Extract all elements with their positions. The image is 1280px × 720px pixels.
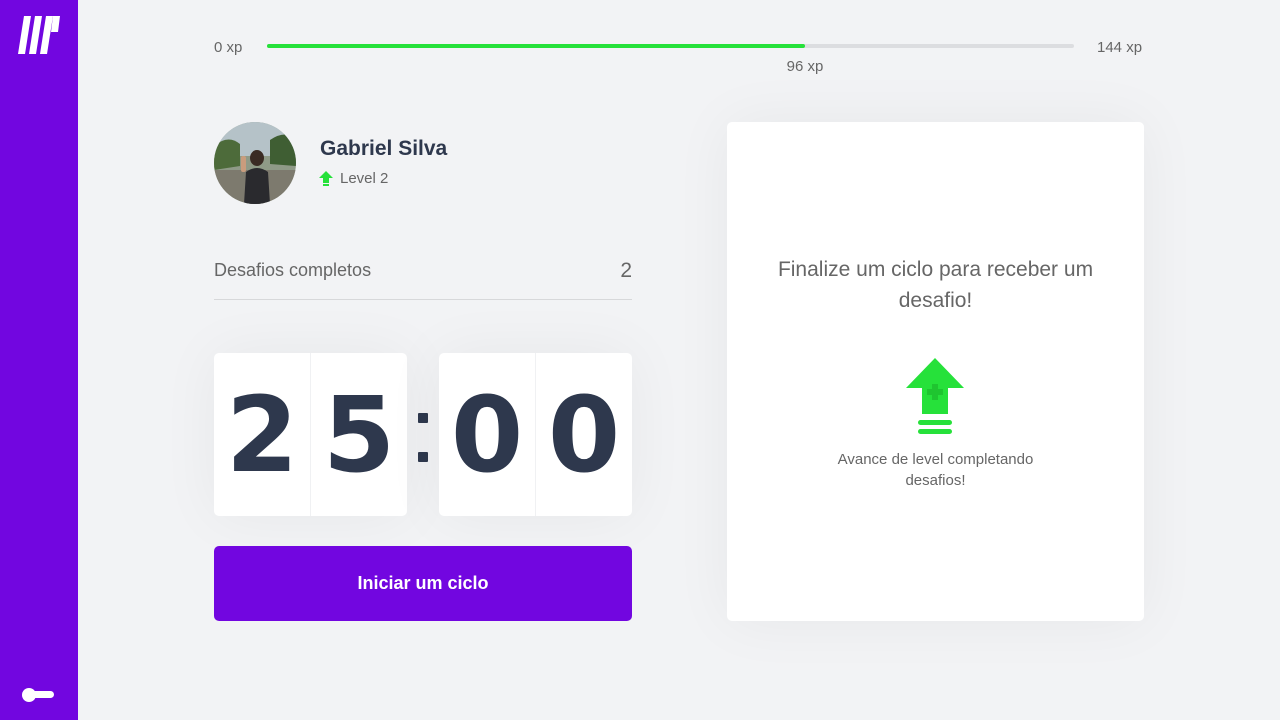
divider <box>214 299 632 300</box>
profile-name: Gabriel Silva <box>320 137 448 160</box>
countdown-seconds: 0 0 <box>439 353 632 516</box>
challenge-box-title: Finalize um ciclo para receber um desafi… <box>777 258 1094 312</box>
challenge-box: Finalize um ciclo para receber um desafi… <box>727 122 1144 621</box>
countdown-minutes: 2 5 <box>214 353 407 516</box>
xp-current-label: 96 xp <box>786 58 824 75</box>
level-label: Level 2 <box>340 170 389 187</box>
countdown-colon <box>418 452 428 462</box>
countdown-digit: 2 <box>225 373 299 496</box>
level-up-icon <box>319 170 333 186</box>
xp-max-label: 144 xp <box>1097 39 1143 56</box>
challenges-completed-count: 2 <box>620 259 632 282</box>
logo-icon[interactable] <box>18 16 60 54</box>
avatar <box>214 122 296 204</box>
level-up-icon <box>906 358 964 434</box>
level-indicator: Level 2 <box>319 170 388 187</box>
countdown-colon <box>418 413 428 423</box>
countdown-digit: 0 <box>535 353 632 516</box>
challenge-box-description: Avance de level completando desafios! <box>837 451 1034 489</box>
toggle-icon[interactable] <box>20 686 56 704</box>
challenges-completed-label: Desafios completos <box>214 260 372 280</box>
start-cycle-button[interactable]: Iniciar um ciclo <box>214 546 632 621</box>
xp-progress-fill <box>267 44 805 48</box>
countdown-digit: 5 <box>310 353 407 516</box>
countdown-digit: 0 <box>450 373 524 496</box>
sidebar <box>0 0 78 720</box>
xp-progress-bar <box>267 44 1074 48</box>
xp-min-label: 0 xp <box>214 39 243 56</box>
